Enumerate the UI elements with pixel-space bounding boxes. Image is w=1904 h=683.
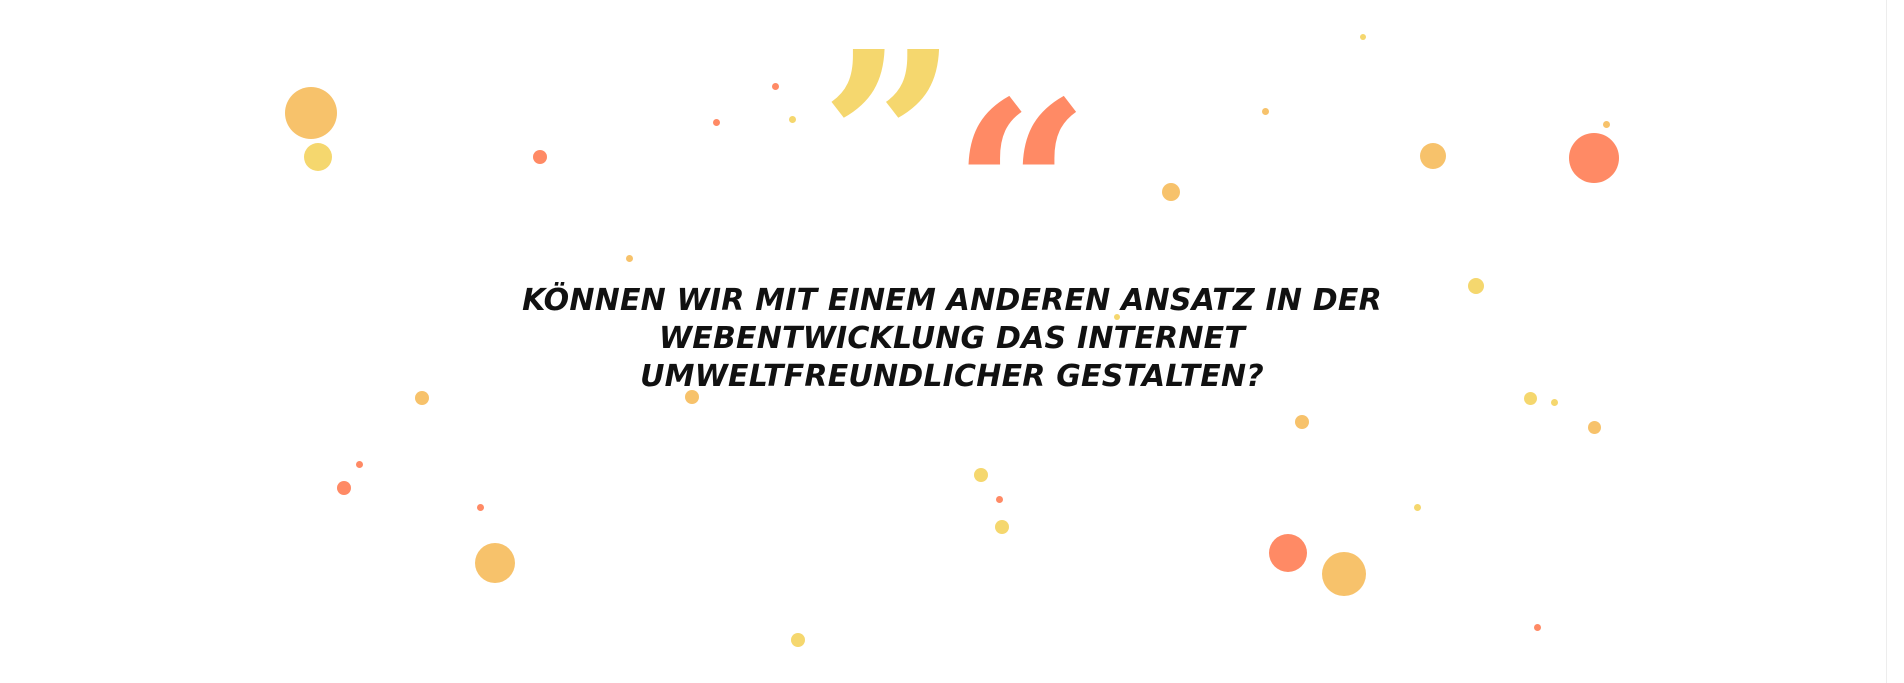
confetti-dot-icon [533,150,547,164]
confetti-dot-icon [1420,143,1446,169]
confetti-dot-icon [475,543,515,583]
confetti-dot-icon [1360,34,1366,40]
quote-section: ” “ KÖNNEN WIR MIT EINEM ANDEREN ANSATZ … [0,0,1904,683]
confetti-dot-icon [1261,107,1269,115]
confetti-dot-icon [415,391,429,405]
confetti-dot-icon [995,495,1003,503]
confetti-dot-icon [1269,534,1307,572]
confetti-dot-icon [1162,183,1180,201]
quote-close-icon: ” [820,0,959,281]
confetti-dot-icon [788,115,796,123]
confetti-dot-icon [355,460,363,468]
confetti-dot-icon [1295,415,1309,429]
headline-line-1: KÖNNEN WIR MIT EINEM ANDEREN ANSATZ IN D… [522,283,1382,318]
confetti-dot-icon [1468,278,1484,294]
confetti-dot-icon [771,82,779,90]
confetti-dot-icon [1550,398,1558,406]
confetti-dot-icon [1587,420,1601,434]
confetti-dot-icon [285,87,337,139]
confetti-dot-icon [625,254,633,262]
confetti-dot-icon [1413,503,1421,511]
confetti-dot-icon [337,481,351,495]
headline-line-2: WEBENTWICKLUNG DAS INTERNET [658,321,1245,356]
confetti-dot-icon [304,143,332,171]
confetti-dot-icon [974,468,988,482]
confetti-dot-icon [995,520,1009,534]
confetti-dot-icon [712,118,720,126]
headline-line-3: UMWELTFREUNDLICHER GESTALTEN? [640,359,1264,394]
confetti-dot-icon [1322,552,1366,596]
headline-question: KÖNNEN WIR MIT EINEM ANDEREN ANSATZ IN D… [502,282,1402,396]
page-edge-divider [1886,0,1887,683]
confetti-dot-icon [1533,623,1541,631]
confetti-dot-icon [1602,120,1610,128]
confetti-dot-icon [1569,133,1619,183]
confetti-dot-icon [476,503,484,511]
confetti-dot-icon [791,633,805,647]
quote-open-icon: “ [952,49,1091,331]
confetti-dot-icon [1523,391,1537,405]
